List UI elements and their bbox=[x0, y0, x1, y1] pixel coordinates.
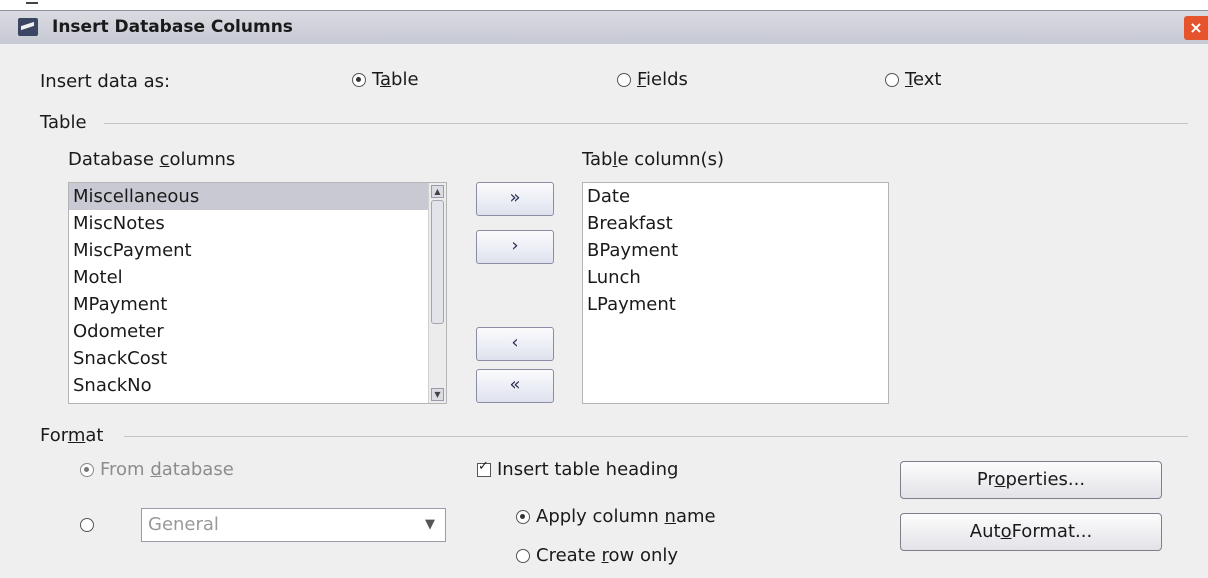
list-item[interactable]: MiscNotes bbox=[69, 210, 446, 237]
autoformat-post: Format... bbox=[1011, 521, 1093, 542]
list-item[interactable]: SnackNo bbox=[69, 372, 446, 399]
radio-apply-column-name[interactable]: Apply column name bbox=[516, 506, 716, 527]
radio-text-label-ul: T bbox=[905, 69, 913, 90]
radio-create-row-only[interactable]: Create row only bbox=[516, 545, 678, 566]
list-item[interactable]: Odometer bbox=[69, 318, 446, 345]
radio-fields[interactable]: Fields bbox=[617, 69, 688, 90]
app-icon bbox=[18, 18, 38, 36]
list-item[interactable]: BPayment bbox=[583, 237, 888, 264]
autoformat-button[interactable]: AutoFormat... bbox=[900, 513, 1162, 551]
format-title-pre: For bbox=[40, 425, 68, 446]
radio-apply-column-name-indicator[interactable] bbox=[516, 510, 530, 524]
properties-pre: Pr bbox=[976, 469, 995, 490]
radio-custom-format-indicator[interactable] bbox=[80, 517, 94, 532]
create-ul: r bbox=[601, 545, 609, 566]
from-db-post: atabase bbox=[161, 459, 234, 480]
create-post: ow only bbox=[608, 545, 679, 566]
list-item[interactable]: Date bbox=[583, 183, 888, 210]
chevron-down-icon[interactable]: ▼ bbox=[425, 509, 435, 541]
radio-text-indicator[interactable] bbox=[885, 73, 899, 87]
insert-heading-label: Insert table heading bbox=[497, 459, 679, 480]
radio-fields-label-ul: F bbox=[637, 69, 647, 90]
properties-ul: o bbox=[994, 469, 1006, 490]
radio-from-database[interactable]: From database bbox=[80, 459, 234, 480]
apply-ul: n bbox=[664, 506, 676, 527]
radio-table-label-post: ble bbox=[391, 69, 419, 90]
tc-label-post: e column(s) bbox=[617, 149, 724, 170]
properties-post: perties... bbox=[1005, 469, 1086, 490]
apply-pre: Apply column bbox=[536, 506, 665, 527]
remove-all-button[interactable]: « bbox=[476, 369, 554, 403]
title-bar[interactable]: Insert Database Columns × bbox=[0, 10, 1208, 45]
radio-text[interactable]: Text bbox=[885, 69, 941, 90]
format-section-divider bbox=[124, 436, 1188, 437]
window-corner-mark bbox=[26, 2, 38, 4]
add-all-button[interactable]: » bbox=[476, 182, 554, 216]
list-item[interactable]: SnackCost bbox=[69, 345, 446, 372]
list-item[interactable]: Lunch bbox=[583, 264, 888, 291]
table-columns-list[interactable]: Date Breakfast BPayment Lunch LPayment bbox=[582, 182, 889, 404]
properties-button[interactable]: Properties... bbox=[900, 461, 1162, 499]
window-title: Insert Database Columns bbox=[52, 17, 293, 37]
radio-custom-format[interactable] bbox=[80, 514, 100, 533]
radio-from-database-indicator[interactable] bbox=[80, 463, 94, 477]
radio-fields-label-post: ields bbox=[646, 69, 688, 90]
table-section-divider bbox=[104, 123, 1188, 124]
radio-fields-indicator[interactable] bbox=[617, 73, 631, 87]
format-section-title: Format bbox=[40, 425, 103, 446]
list-item[interactable]: Motel bbox=[69, 264, 446, 291]
format-title-post: at bbox=[85, 425, 104, 446]
table-columns-label: Table column(s) bbox=[582, 149, 724, 170]
checkbox-icon[interactable] bbox=[477, 459, 491, 477]
db-label-pre: Database bbox=[68, 149, 160, 170]
dialog-body: Insert data as: Table Fields Text Table … bbox=[0, 44, 1208, 578]
remove-button[interactable]: ‹ bbox=[476, 327, 554, 361]
table-section-title: Table bbox=[40, 112, 87, 133]
list-item[interactable]: MiscPayment bbox=[69, 237, 446, 264]
from-db-ul: d bbox=[150, 459, 162, 480]
radio-text-label-post: ext bbox=[912, 69, 942, 90]
scroll-thumb[interactable] bbox=[431, 200, 444, 324]
list-item[interactable]: Miscellaneous bbox=[69, 183, 428, 210]
radio-create-row-only-indicator[interactable] bbox=[516, 549, 530, 563]
database-columns-label: Database columns bbox=[68, 149, 235, 170]
radio-table-label-ul: a bbox=[380, 69, 392, 90]
db-label-ul: c bbox=[159, 149, 170, 170]
list-item[interactable]: MPayment bbox=[69, 291, 446, 318]
tc-label-pre: Tab bbox=[582, 149, 613, 170]
database-columns-list[interactable]: Miscellaneous MiscNotes MiscPayment Mote… bbox=[68, 182, 447, 404]
scroll-up-icon[interactable]: ▲ bbox=[431, 185, 444, 198]
list-item[interactable]: Breakfast bbox=[583, 210, 888, 237]
insert-data-as-label: Insert data as: bbox=[40, 71, 171, 92]
db-columns-scrollbar[interactable]: ▲ ▼ bbox=[428, 183, 446, 403]
autoformat-pre: Aut bbox=[969, 521, 1001, 542]
format-combo-value: General bbox=[148, 514, 219, 535]
radio-table-indicator[interactable] bbox=[352, 73, 366, 87]
radio-table[interactable]: Table bbox=[352, 69, 419, 90]
format-title-ul: m bbox=[67, 425, 86, 446]
db-label-post: olumns bbox=[169, 149, 236, 170]
radio-table-label-pre: T bbox=[372, 69, 381, 90]
list-item[interactable]: LPayment bbox=[583, 291, 888, 318]
format-combo[interactable]: General ▼ bbox=[141, 508, 446, 542]
add-button[interactable]: › bbox=[476, 230, 554, 264]
create-pre: Create bbox=[536, 545, 602, 566]
scroll-down-icon[interactable]: ▼ bbox=[431, 388, 444, 401]
close-icon[interactable]: × bbox=[1184, 16, 1208, 40]
apply-post: ame bbox=[675, 506, 716, 527]
autoformat-ul: o bbox=[1000, 521, 1012, 542]
insert-table-heading-checkbox[interactable]: Insert table heading bbox=[477, 459, 678, 480]
from-db-pre: From bbox=[100, 459, 151, 480]
